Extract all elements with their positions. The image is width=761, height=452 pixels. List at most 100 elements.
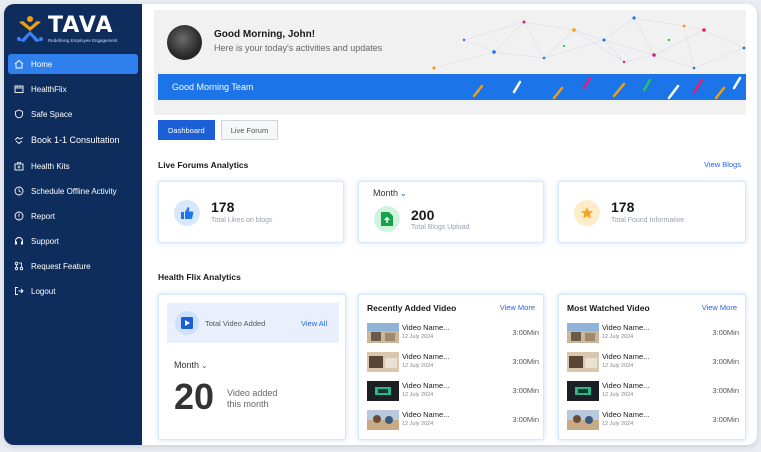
app-window: TAVA Redefining Employee Engagement Home… (4, 4, 757, 445)
sidebar-item-request-feature[interactable]: Request Feature (8, 256, 138, 276)
chevron-down-icon: ⌄ (201, 361, 208, 370)
sidebar-item-label: Home (31, 59, 53, 69)
view-all-link[interactable]: View All (301, 319, 327, 328)
video-count-label-line1: Video added (227, 388, 278, 398)
video-name: Video Name... (602, 410, 650, 419)
video-date: 12 July 2024 (402, 334, 434, 340)
most-watched-card: Most Watched Video View More Video Name.… (558, 294, 746, 440)
home-icon (14, 59, 24, 69)
most-watched-view-more-link[interactable]: View More (702, 303, 737, 312)
video-duration: 3:00Min (712, 328, 739, 337)
sidebar-item-label: Support (31, 236, 60, 246)
month-label: Month (373, 188, 399, 198)
video-date: 12 July 2024 (602, 421, 634, 427)
most-watched-title: Most Watched Video (567, 303, 650, 313)
feature-icon (14, 261, 24, 271)
sidebar-item-label: Book 1-1 Consultation (31, 135, 120, 145)
headset-icon (14, 236, 24, 246)
video-row[interactable]: Video Name... 12 July 2024 3:00Min (567, 322, 739, 344)
video-row[interactable]: Video Name... 12 July 2024 3:00Min (567, 380, 739, 402)
greeting-subtitle: Here is your today's activities and upda… (214, 43, 383, 53)
main-content: Good Morning, John! Here is your today's… (154, 4, 752, 445)
recent-videos-card: Recently Added Video View More Video Nam… (358, 294, 544, 440)
month-dropdown[interactable]: Month ⌄ (373, 188, 407, 198)
shield-icon (14, 109, 24, 119)
sidebar-nav: Home HealthFlix Safe Space Book 1-1 Cons… (4, 54, 142, 301)
sidebar-item-schedule-offline[interactable]: Schedule Offline Activity (8, 181, 138, 201)
video-row[interactable]: Video Name... 12 July 2024 3:00Min (367, 351, 539, 373)
sidebar-item-label: Request Feature (31, 261, 91, 271)
video-name: Video Name... (402, 410, 450, 419)
video-thumbnail (567, 323, 599, 343)
sidebar-item-safe-space[interactable]: Safe Space (8, 104, 138, 124)
confetti-decoration (472, 76, 742, 100)
blogs-card: Month ⌄ 200 Total Blogs Upload (358, 181, 544, 243)
sidebar-item-report[interactable]: Report (8, 206, 138, 226)
clock-icon (14, 186, 24, 196)
video-row[interactable]: Video Name... 12 July 2024 3:00Min (567, 409, 739, 431)
sidebar-item-consultation[interactable]: Book 1-1 Consultation (8, 129, 138, 151)
video-row[interactable]: Video Name... 12 July 2024 3:00Min (367, 409, 539, 431)
month-label: Month (174, 360, 200, 370)
sidebar-item-label: Health Kits (31, 161, 70, 171)
video-thumbnail (367, 381, 399, 401)
total-video-box: Total Video Added View All (167, 303, 339, 343)
sidebar-item-label: Safe Space (31, 109, 73, 119)
informative-count: 178 (611, 199, 635, 215)
video-duration: 3:00Min (712, 386, 739, 395)
sidebar-item-label: HealthFlix (31, 84, 67, 94)
brand-logo[interactable]: TAVA Redefining Employee Engagement (4, 4, 142, 54)
video-thumbnail (567, 381, 599, 401)
video-row[interactable]: Video Name... 12 July 2024 3:00Min (367, 380, 539, 402)
month-dropdown[interactable]: Month ⌄ (174, 360, 208, 370)
team-banner-text: Good Morning Team (172, 82, 254, 92)
sidebar-item-logout[interactable]: Logout (8, 281, 138, 301)
view-blogs-link[interactable]: View Blogs (704, 160, 741, 169)
total-video-card: Total Video Added View All Month ⌄ 20 Vid… (158, 294, 346, 440)
video-row[interactable]: Video Name... 12 July 2024 3:00Min (567, 351, 739, 373)
sidebar-item-support[interactable]: Support (8, 231, 138, 251)
video-duration: 3:00Min (512, 357, 539, 366)
film-icon (14, 84, 24, 94)
video-name: Video Name... (602, 323, 650, 332)
video-date: 12 July 2024 (402, 363, 434, 369)
tab-live-forum[interactable]: Live Forum (220, 120, 279, 140)
health-flix-title: Health Flix Analytics (158, 272, 241, 282)
kit-icon (14, 161, 24, 171)
handshake-icon (14, 135, 24, 145)
informative-card: 178 Total Found Informative (558, 181, 746, 243)
video-name: Video Name... (402, 381, 450, 390)
sidebar-item-home[interactable]: Home (8, 54, 138, 74)
tava-logo-icon (17, 16, 43, 42)
sidebar-item-label: Logout (31, 286, 56, 296)
video-thumbnail (367, 410, 399, 430)
recent-videos-title: Recently Added Video (367, 303, 457, 313)
sidebar-item-label: Schedule Offline Activity (31, 186, 117, 196)
recent-view-more-link[interactable]: View More (500, 303, 535, 312)
video-date: 12 July 2024 (402, 421, 434, 427)
video-name: Video Name... (402, 352, 450, 361)
sidebar-item-healthflix[interactable]: HealthFlix (8, 79, 138, 99)
video-duration: 3:00Min (712, 357, 739, 366)
video-count-label: Video added this month (227, 388, 277, 410)
brand-tagline: Redefining Employee Engagement (48, 38, 118, 43)
likes-card: 178 Total Likes on blogs (158, 181, 344, 243)
video-duration: 3:00Min (512, 328, 539, 337)
video-thumbnail (567, 352, 599, 372)
likes-label: Total Likes on blogs (211, 217, 273, 224)
blogs-count: 200 (411, 207, 435, 223)
video-name: Video Name... (402, 323, 450, 332)
video-thumbnail (567, 410, 599, 430)
informative-label: Total Found Informative (611, 217, 685, 224)
video-date: 12 July 2024 (602, 334, 634, 340)
user-avatar[interactable] (167, 25, 202, 60)
total-video-label: Total Video Added (205, 319, 266, 328)
video-date: 12 July 2024 (602, 363, 634, 369)
sidebar-item-health-kits[interactable]: Health Kits (8, 156, 138, 176)
video-date: 12 July 2024 (402, 392, 434, 398)
sidebar: TAVA Redefining Employee Engagement Home… (4, 4, 142, 445)
tab-dashboard[interactable]: Dashboard (158, 120, 215, 140)
star-icon (574, 200, 600, 226)
thumbs-up-icon (174, 200, 200, 226)
video-row[interactable]: Video Name... 12 July 2024 3:00Min (367, 322, 539, 344)
